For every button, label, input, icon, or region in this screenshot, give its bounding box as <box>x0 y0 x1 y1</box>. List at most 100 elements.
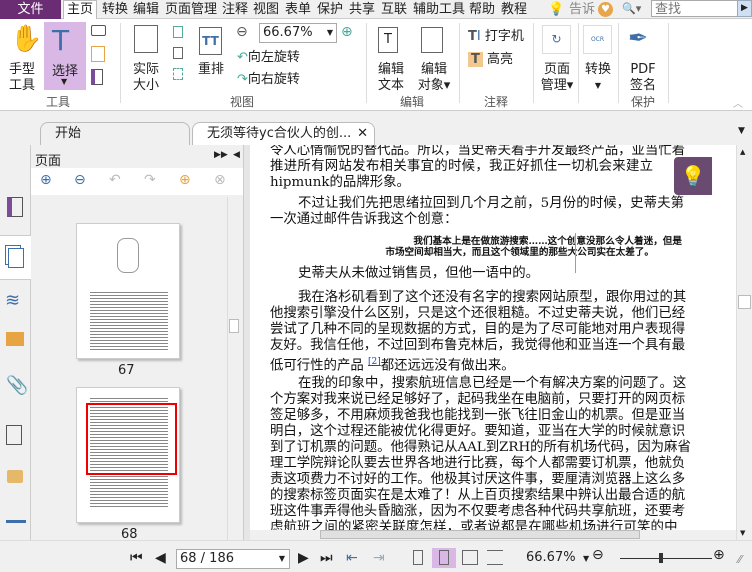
lightbulb-icon[interactable]: 💡 <box>548 0 564 19</box>
fit-width-icon[interactable] <box>173 47 183 59</box>
tell-me[interactable]: 告诉 <box>569 0 595 19</box>
zoom-in-icon[interactable]: ⊕ <box>341 24 353 40</box>
scroll-thumb[interactable] <box>738 295 751 309</box>
zoom-level: 66.67% <box>526 550 576 565</box>
pdf-sign-button[interactable]: PDF 签名 <box>624 62 662 94</box>
heart-icon[interactable]: ♥ <box>598 2 613 17</box>
signature-icon[interactable] <box>6 425 22 445</box>
pages-tab[interactable] <box>0 235 31 280</box>
attachment-icon[interactable]: 📎 <box>6 375 28 396</box>
last-page-button[interactable]: ⏭ <box>320 550 333 566</box>
menu-view[interactable]: 视图 <box>253 0 279 19</box>
form-icon[interactable] <box>6 520 26 530</box>
single-page-icon[interactable] <box>413 550 423 565</box>
text-line: 史蒂夫从未做过销售员，但他一语中的。 <box>298 266 540 281</box>
bookmark-icon[interactable] <box>7 197 23 217</box>
lightbulb-tip-button[interactable]: 💡 <box>674 157 712 195</box>
menu-file[interactable]: 文件 <box>0 0 61 19</box>
menu-convert[interactable]: 转换 <box>102 0 128 19</box>
text-line: 推进所有网站发布相关事宜的时候，我正好抓住一切机会来建立 <box>270 159 654 174</box>
collapse-panel-icon[interactable]: ◀ <box>233 150 240 160</box>
search-options-icon[interactable]: 🔍▾ <box>622 2 641 15</box>
zoom-slider-thumb[interactable] <box>659 553 664 563</box>
footnote-link[interactable]: [2] <box>368 357 381 367</box>
typewriter-button[interactable]: TI 打字机 <box>468 25 524 44</box>
bookmark-page-icon[interactable] <box>91 69 103 85</box>
resize-grip-icon[interactable]: ⁄⁄ <box>738 553 742 566</box>
menu-help[interactable]: 帮助 <box>469 0 495 19</box>
text-line: 我在洛杉矶看到了这个还没有名字的搜索网站原型，跟你用过的其 <box>298 290 687 305</box>
search-input[interactable] <box>651 0 738 17</box>
facing-page-icon[interactable] <box>462 550 478 565</box>
menu-form[interactable]: 表单 <box>285 0 311 19</box>
zoom-slider[interactable] <box>620 558 712 559</box>
prev-page-button[interactable]: ◀ <box>155 550 166 566</box>
label: 工具 <box>8 78 35 93</box>
zoom-select[interactable]: 66.67% ▼ <box>259 23 337 43</box>
close-icon[interactable]: ✕ <box>357 123 368 145</box>
previous-view-icon[interactable]: ⇤ <box>346 550 358 566</box>
continuous-facing-icon[interactable] <box>487 550 503 565</box>
camera-icon[interactable] <box>91 25 106 36</box>
expand-panel-icon[interactable]: ▶▶ <box>214 150 228 160</box>
actual-size-button[interactable]: 实际 大小 <box>128 62 164 94</box>
scroll-up-icon[interactable]: ▲ <box>740 148 745 156</box>
scroll-down-icon[interactable]: ▼ <box>740 529 745 537</box>
fit-visible-icon[interactable] <box>173 68 183 80</box>
zoom-dropdown-icon[interactable]: ▼ <box>583 554 589 563</box>
menu-home[interactable]: 主页 <box>63 0 98 20</box>
highlight-button[interactable]: T 高亮 <box>468 48 513 67</box>
hand-tool-button[interactable]: 手型 工具 <box>4 62 40 94</box>
zoom-in-page-icon[interactable]: ⊕ <box>40 172 52 188</box>
select-tool-button[interactable]: T 选择 ▼ <box>44 22 86 90</box>
reflow-button[interactable]: 重排 <box>194 62 228 78</box>
rotate-right-button[interactable]: ↷向右旋转 <box>237 68 300 87</box>
menu-protect[interactable]: 保护 <box>317 0 343 19</box>
menu-page-mgmt[interactable]: 页面管理 <box>165 0 217 19</box>
pages-icon <box>8 248 24 268</box>
continuous-page-button[interactable] <box>432 548 456 568</box>
search-go-button[interactable]: ▶ <box>737 0 752 17</box>
text-line: 理工学院辩论队要去世界各地进行比赛，每个人都需要订机票，他就负 <box>270 456 686 471</box>
menu-comment[interactable]: 注释 <box>222 0 248 19</box>
h-scroll-thumb[interactable] <box>320 530 640 539</box>
tab-list-icon[interactable]: ▼ <box>738 126 745 136</box>
tab-document[interactable]: 无须等待yc合伙人的创... ✕ <box>192 122 375 145</box>
insert-page-icon[interactable]: ⊕ <box>179 172 191 188</box>
horizontal-scrollbar[interactable] <box>250 530 736 540</box>
viewport-indicator[interactable] <box>86 403 177 475</box>
edit-text-button[interactable]: 编辑 文本 <box>374 62 408 94</box>
fit-page-icon[interactable] <box>173 26 183 38</box>
page-number-input[interactable]: 68 / 186 ▼ <box>176 549 290 569</box>
page-thumbnail-68[interactable] <box>76 387 180 523</box>
menu-share[interactable]: 共享 <box>349 0 375 19</box>
zoom-out-icon[interactable]: ⊖ <box>236 24 248 40</box>
lock-icon[interactable] <box>7 470 23 483</box>
clipboard-icon[interactable] <box>91 46 105 62</box>
zoom-out-button[interactable]: ⊖ <box>592 547 604 563</box>
edit-object-button[interactable]: 编辑 对象▾ <box>414 62 454 94</box>
layers-icon[interactable]: ≋ <box>5 290 20 311</box>
menu-accessibility[interactable]: 辅助工具 <box>413 0 465 19</box>
text-line: 的搜索标签页面实在是太难了！从上百页搜索结果中辨认出最合适的航 <box>270 488 686 503</box>
convert-button[interactable]: 转换 ▼ <box>581 62 615 94</box>
document-scrollbar[interactable]: ▲ ▼ <box>736 145 752 540</box>
collapse-ribbon-icon[interactable]: ︿ <box>733 95 743 110</box>
panel-scrollbar[interactable] <box>227 197 239 540</box>
label: 转换 <box>584 62 611 77</box>
menu-edit[interactable]: 编辑 <box>133 0 159 19</box>
panel-scroll-thumb[interactable] <box>229 319 239 333</box>
menu-connect[interactable]: 互联 <box>381 0 407 19</box>
page-thumbnail-67[interactable] <box>76 223 180 359</box>
next-page-button[interactable]: ▶ <box>298 550 309 566</box>
zoom-in-button[interactable]: ⊕ <box>713 547 725 563</box>
zoom-out-page-icon[interactable]: ⊖ <box>74 172 86 188</box>
highlight-icon: T <box>468 52 483 67</box>
rotate-left-button[interactable]: ↶向左旋转 <box>237 46 300 65</box>
comments-icon[interactable] <box>6 332 24 346</box>
panel-splitter[interactable] <box>243 145 250 540</box>
first-page-button[interactable]: ⏮ <box>130 550 143 566</box>
tab-start[interactable]: 开始 <box>40 122 190 145</box>
menu-tutorial[interactable]: 教程 <box>501 0 527 19</box>
page-mgmt-button[interactable]: 页面 管理▾ <box>537 62 577 94</box>
